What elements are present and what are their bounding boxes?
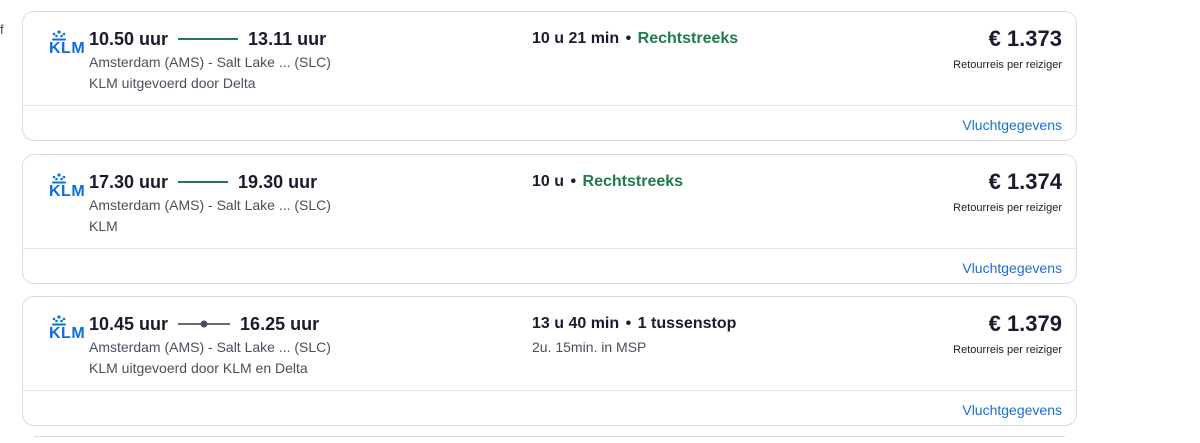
flight-times: 17.30 uur 19.30 uur [89,170,317,194]
separator-dot: • [625,315,632,332]
flight-details-link[interactable]: Vluchtgegevens [962,402,1062,418]
flight-times: 10.50 uur 13.11 uur [89,27,326,51]
klm-logo-text: KLM [49,40,86,57]
carrier-text: KLM [89,218,118,234]
stops-text: Rechtstreeks [637,30,739,47]
stops-text: 1 tussenstop [637,315,737,332]
klm-logo-text: KLM [49,183,86,200]
arrive-time: 13.11 uur [248,28,327,49]
flight-details-link[interactable]: Vluchtgegevens [962,260,1062,276]
duration-text: 10 u 21 min [532,30,620,47]
separator-dot: • [570,173,577,190]
one-stop-flight-line-icon [178,320,231,328]
card-divider [23,105,1076,106]
arrive-time: 19.30 uur [238,171,318,192]
depart-time: 10.50 uur [89,28,169,49]
klm-logo: KLM [49,173,86,200]
separator-dot: • [625,30,632,47]
direct-flight-line-icon [178,38,239,40]
klm-logo-text: KLM [49,325,86,342]
klm-logo: KLM [49,315,86,342]
flight-card[interactable]: KLM 10.50 uur 13.11 uur Amsterdam (AMS) … [22,11,1077,141]
edge-text: f [0,22,4,37]
next-card-edge [34,436,1065,443]
flight-card[interactable]: KLM 17.30 uur 19.30 uur Amsterdam (AMS) … [22,154,1077,284]
duration-info: 10 u • Rechtstreeks [532,173,683,191]
flight-times: 10.45 uur 16.25 uur [89,312,319,336]
duration-text: 13 u 40 min [532,315,620,332]
duration-info: 13 u 40 min • 1 tussenstop [532,315,736,333]
route-text: Amsterdam (AMS) - Salt Lake ... (SLC) [89,339,331,355]
price: € 1.373 [988,26,1062,51]
direct-flight-line-icon [178,181,229,183]
depart-time: 10.45 uur [89,313,169,334]
card-divider [23,390,1076,391]
stops-text: Rechtstreeks [582,173,684,190]
route-text: Amsterdam (AMS) - Salt Lake ... (SLC) [89,54,331,70]
duration-text: 10 u [532,173,565,190]
klm-logo: KLM [49,30,86,57]
price: € 1.379 [988,311,1062,336]
price-note: Retourreis per reiziger [953,59,1062,71]
route-text: Amsterdam (AMS) - Salt Lake ... (SLC) [89,197,331,213]
duration-info: 10 u 21 min • Rechtstreeks [532,30,738,48]
price-note: Retourreis per reiziger [953,202,1062,214]
price: € 1.374 [988,169,1062,194]
arrive-time: 16.25 uur [240,313,320,334]
carrier-text: KLM uitgevoerd door KLM en Delta [89,360,308,376]
layover-text: 2u. 15min. in MSP [532,339,647,355]
flight-card[interactable]: KLM 10.45 uur 16.25 uur Amsterdam (AMS) … [22,296,1077,426]
price-note: Retourreis per reiziger [953,344,1062,356]
carrier-text: KLM uitgevoerd door Delta [89,75,256,91]
flight-details-link[interactable]: Vluchtgegevens [962,117,1062,133]
depart-time: 17.30 uur [89,171,169,192]
card-divider [23,248,1076,249]
